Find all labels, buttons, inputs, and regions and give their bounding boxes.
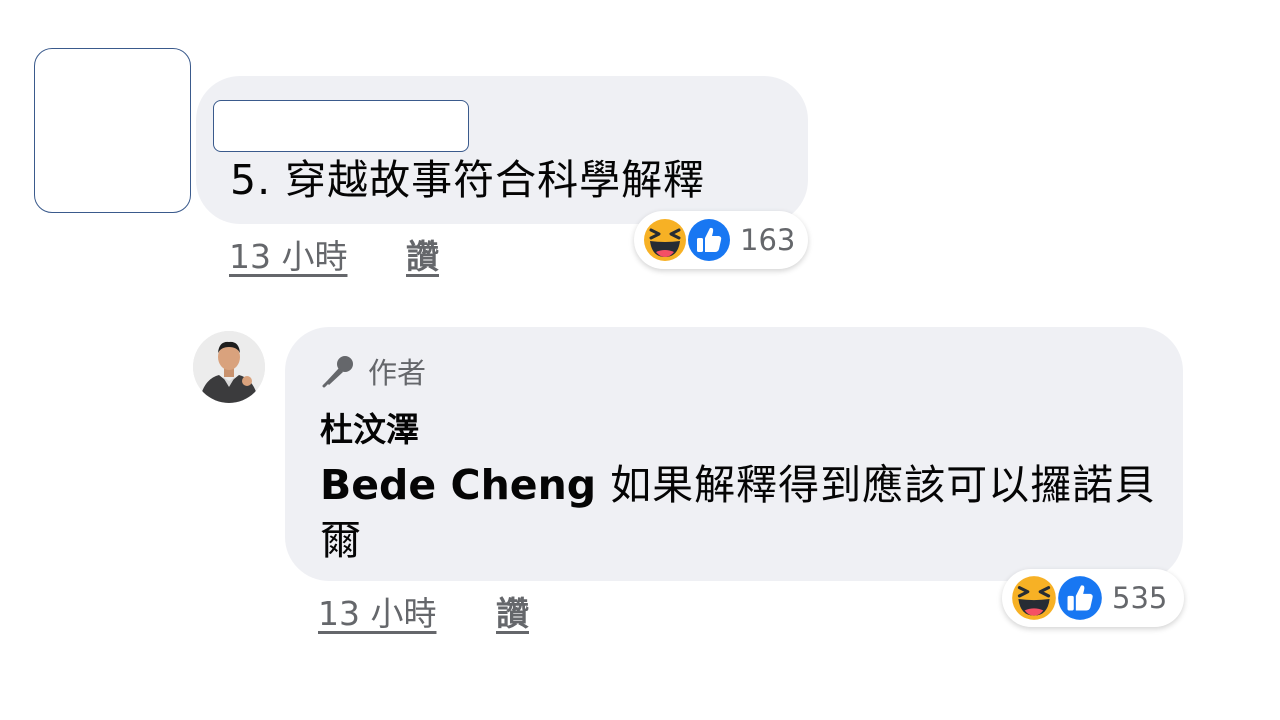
comment-timestamp[interactable]: 13 小時 <box>229 235 347 279</box>
like-button[interactable]: 讚 <box>406 235 439 279</box>
reply-text: Bede Cheng 如果解釋得到應該可以攞諾貝爾 <box>320 458 1166 568</box>
haha-icon <box>640 215 690 265</box>
reaction-count: 163 <box>740 223 796 257</box>
reaction-count: 535 <box>1112 581 1168 615</box>
like-button[interactable]: 讚 <box>496 592 529 636</box>
author-badge: 作者 <box>320 352 426 394</box>
comment-text: 5. 穿越故事符合科學解釋 <box>230 156 706 204</box>
like-icon <box>684 215 734 265</box>
haha-icon <box>1008 572 1060 624</box>
avatar-placeholder[interactable] <box>34 48 191 213</box>
commenter-name-placeholder[interactable] <box>213 100 469 152</box>
mention-link[interactable]: Bede Cheng <box>320 461 596 509</box>
author-name[interactable]: 杜汶澤 <box>320 405 419 455</box>
microphone-icon <box>320 352 358 394</box>
like-icon <box>1054 572 1106 624</box>
reaction-summary[interactable]: 163 <box>634 211 808 269</box>
reply-timestamp[interactable]: 13 小時 <box>318 592 436 636</box>
avatar[interactable] <box>193 331 265 403</box>
reaction-summary[interactable]: 535 <box>1002 569 1184 627</box>
author-badge-label: 作者 <box>368 356 427 390</box>
